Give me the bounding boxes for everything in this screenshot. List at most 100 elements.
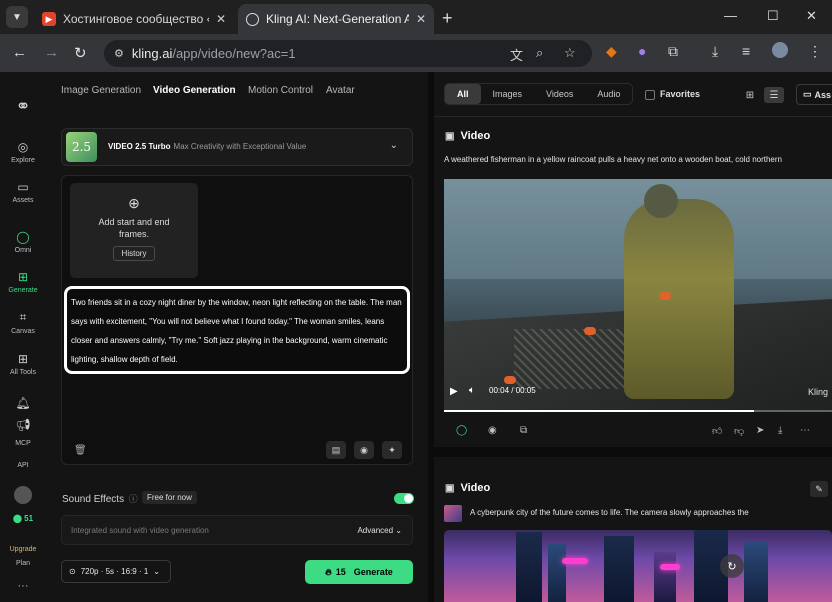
- close-tab-icon[interactable]: ✕: [216, 12, 226, 26]
- info-icon[interactable]: ⓘ: [126, 494, 138, 504]
- add-frames-card[interactable]: ⊕ Add start and end frames. History: [70, 183, 198, 278]
- announcements-icon[interactable]: 📢︎: [0, 418, 46, 435]
- omni-icon[interactable]: ◯: [456, 425, 467, 436]
- url-host: kling.ai: [131, 46, 173, 61]
- result-title: ▣ Video: [445, 130, 491, 142]
- thumbs-up-icon[interactable]: 👍︎: [712, 425, 722, 437]
- sidebar-item-all-tools[interactable]: ⊞ All Tools: [0, 352, 46, 376]
- reuse-prompt-icon[interactable]: ⧉: [520, 425, 527, 436]
- close-window-icon[interactable]: ✕: [806, 8, 817, 24]
- kling-watermark: Kling: [807, 387, 828, 397]
- loop-icon[interactable]: ↻: [720, 554, 744, 578]
- filter-images[interactable]: Images: [481, 84, 535, 104]
- grid-view-icon[interactable]: ⊞: [740, 87, 760, 103]
- free-badge: Free for now: [142, 491, 197, 504]
- advanced-dropdown[interactable]: Advanced ⌄: [357, 526, 402, 535]
- sidebar-item-upgrade[interactable]: Upgrade: [0, 546, 46, 553]
- extensions-puzzle-icon[interactable]: ⧉: [668, 43, 678, 60]
- profile-avatar[interactable]: [772, 42, 788, 58]
- minimize-icon[interactable]: —: [724, 8, 737, 23]
- browser-tab[interactable]: ▶ Хостинговое сообщество «Tim ✕: [34, 4, 234, 34]
- filter-audio[interactable]: Audio: [585, 84, 632, 104]
- reference-thumbnail[interactable]: [444, 505, 462, 522]
- output-settings-label: 720p · 5s · 16:9 · 1: [80, 567, 149, 576]
- prompt-input[interactable]: Two friends sit in a cozy night diner by…: [64, 286, 410, 374]
- notifications-bell-icon[interactable]: 🔔︎: [0, 396, 46, 413]
- ai-extension-icon[interactable]: ●: [638, 43, 646, 59]
- back-icon[interactable]: ←: [12, 44, 27, 61]
- sidebar-item-canvas[interactable]: ⌗ Canvas: [0, 310, 46, 335]
- trash-icon[interactable]: 🗑︎: [74, 445, 87, 456]
- metamask-extension-icon[interactable]: ◆: [606, 43, 617, 60]
- volume-icon[interactable]: 🔈︎: [469, 385, 475, 396]
- kling-logo-icon[interactable]: ⚭: [0, 96, 46, 120]
- chevron-down-icon: ▼: [12, 11, 22, 23]
- prompt-text[interactable]: Two friends sit in a cozy night diner by…: [71, 293, 403, 369]
- sidebar-item-plan[interactable]: Plan: [0, 560, 46, 567]
- output-settings-button[interactable]: ⊙ 720p · 5s · 16:9 · 1 ⌄: [61, 560, 171, 583]
- tab-motion-control[interactable]: Motion Control: [248, 85, 313, 96]
- download-icon[interactable]: ⤓: [778, 425, 782, 436]
- maximize-icon[interactable]: ☐: [767, 8, 779, 24]
- new-tab-icon[interactable]: +: [442, 8, 453, 29]
- browser-menu-icon[interactable]: ⋮: [808, 43, 822, 60]
- tab-avatar[interactable]: Avatar: [326, 85, 355, 96]
- media-control-icon[interactable]: ≡: [742, 43, 750, 59]
- settings-icon: ⊙: [69, 567, 76, 576]
- sidebar-item-mcp[interactable]: MCP: [0, 440, 46, 447]
- prompt-library-icon[interactable]: ▤: [326, 441, 346, 459]
- address-bar[interactable]: ⚙ kling.ai/app/video/new?ac=1 文 ⌕ ☆: [104, 40, 592, 67]
- sound-effects-toggle[interactable]: [394, 493, 414, 504]
- result-prompt[interactable]: A cyberpunk city of the future comes to …: [470, 508, 749, 517]
- credits-count: ⬤ 51: [12, 514, 34, 523]
- list-view-icon[interactable]: ☰: [764, 87, 784, 103]
- model-selector[interactable]: 2.5 VIDEO 2.5 Turbo Max Creativity with E…: [61, 128, 413, 166]
- site-info-icon[interactable]: ⚙: [114, 47, 124, 60]
- grid-icon: ⊞: [17, 352, 29, 366]
- video-preview[interactable]: ↻: [444, 530, 832, 602]
- more-options-icon[interactable]: ⋯: [800, 425, 810, 436]
- translate-icon[interactable]: 文: [510, 45, 523, 64]
- filter-videos[interactable]: Videos: [534, 84, 585, 104]
- tab-image-generation[interactable]: Image Generation: [61, 85, 141, 96]
- favorites-label[interactable]: Favorites: [660, 89, 700, 99]
- sidebar-item-assets[interactable]: ▭ Assets: [0, 180, 46, 204]
- assets-button[interactable]: ▭ Ass: [796, 84, 832, 105]
- bookmark-star-icon[interactable]: ☆: [564, 45, 576, 61]
- filter-all[interactable]: All: [445, 84, 481, 104]
- sidebar-item-generate[interactable]: ⊞ Generate: [0, 270, 46, 294]
- user-avatar[interactable]: [0, 486, 46, 506]
- more-icon[interactable]: ···: [0, 580, 46, 592]
- sidebar-item-explore[interactable]: ◎ Explore: [0, 140, 46, 164]
- edit-icon[interactable]: ✎: [810, 481, 828, 497]
- browser-tab-active[interactable]: Kling AI: Next-Generation AI Cr ✕: [238, 4, 434, 34]
- tab-video-generation[interactable]: Video Generation: [153, 85, 236, 96]
- close-tab-icon[interactable]: ✕: [416, 12, 426, 26]
- separator: [434, 116, 832, 117]
- enhance-prompt-icon[interactable]: ✦: [382, 441, 402, 459]
- generate-button[interactable]: 🔥︎ 15 Generate: [305, 560, 413, 584]
- thumbs-down-icon[interactable]: 👎︎: [734, 425, 744, 437]
- generate-label: Generate: [353, 567, 393, 577]
- sound-placeholder: Integrated sound with video generation: [71, 526, 209, 535]
- preview-eye-icon[interactable]: ◉: [488, 425, 497, 436]
- video-progress-bar[interactable]: [444, 410, 832, 412]
- video-time: 00:04 / 00:05: [489, 386, 536, 395]
- compose-area: ⊕ Add start and end frames. History Two …: [61, 175, 413, 465]
- sidebar-item-api[interactable]: API: [0, 462, 46, 469]
- share-icon[interactable]: ➤: [756, 425, 764, 436]
- sidebar-item-omni[interactable]: ◯ Omni: [0, 230, 46, 254]
- favorites-checkbox[interactable]: [645, 90, 655, 100]
- video-player[interactable]: ▶ 🔈︎ 00:04 / 00:05 Kling: [444, 179, 832, 412]
- result-prompt[interactable]: A weathered fisherman in a yellow rainco…: [444, 155, 782, 164]
- play-icon[interactable]: ▶: [450, 386, 458, 397]
- sound-prompt-field[interactable]: Integrated sound with video generation A…: [61, 515, 413, 545]
- location-icon[interactable]: ◉: [354, 441, 374, 459]
- forward-icon[interactable]: →: [44, 44, 59, 61]
- zoom-icon[interactable]: ⌕: [536, 45, 543, 61]
- download-icon[interactable]: ⤓: [712, 43, 718, 60]
- history-button[interactable]: History: [112, 246, 156, 261]
- site-favicon-icon: ▶: [42, 12, 56, 26]
- tab-search-button[interactable]: ▼: [6, 6, 28, 28]
- reload-icon[interactable]: ↻: [74, 44, 87, 62]
